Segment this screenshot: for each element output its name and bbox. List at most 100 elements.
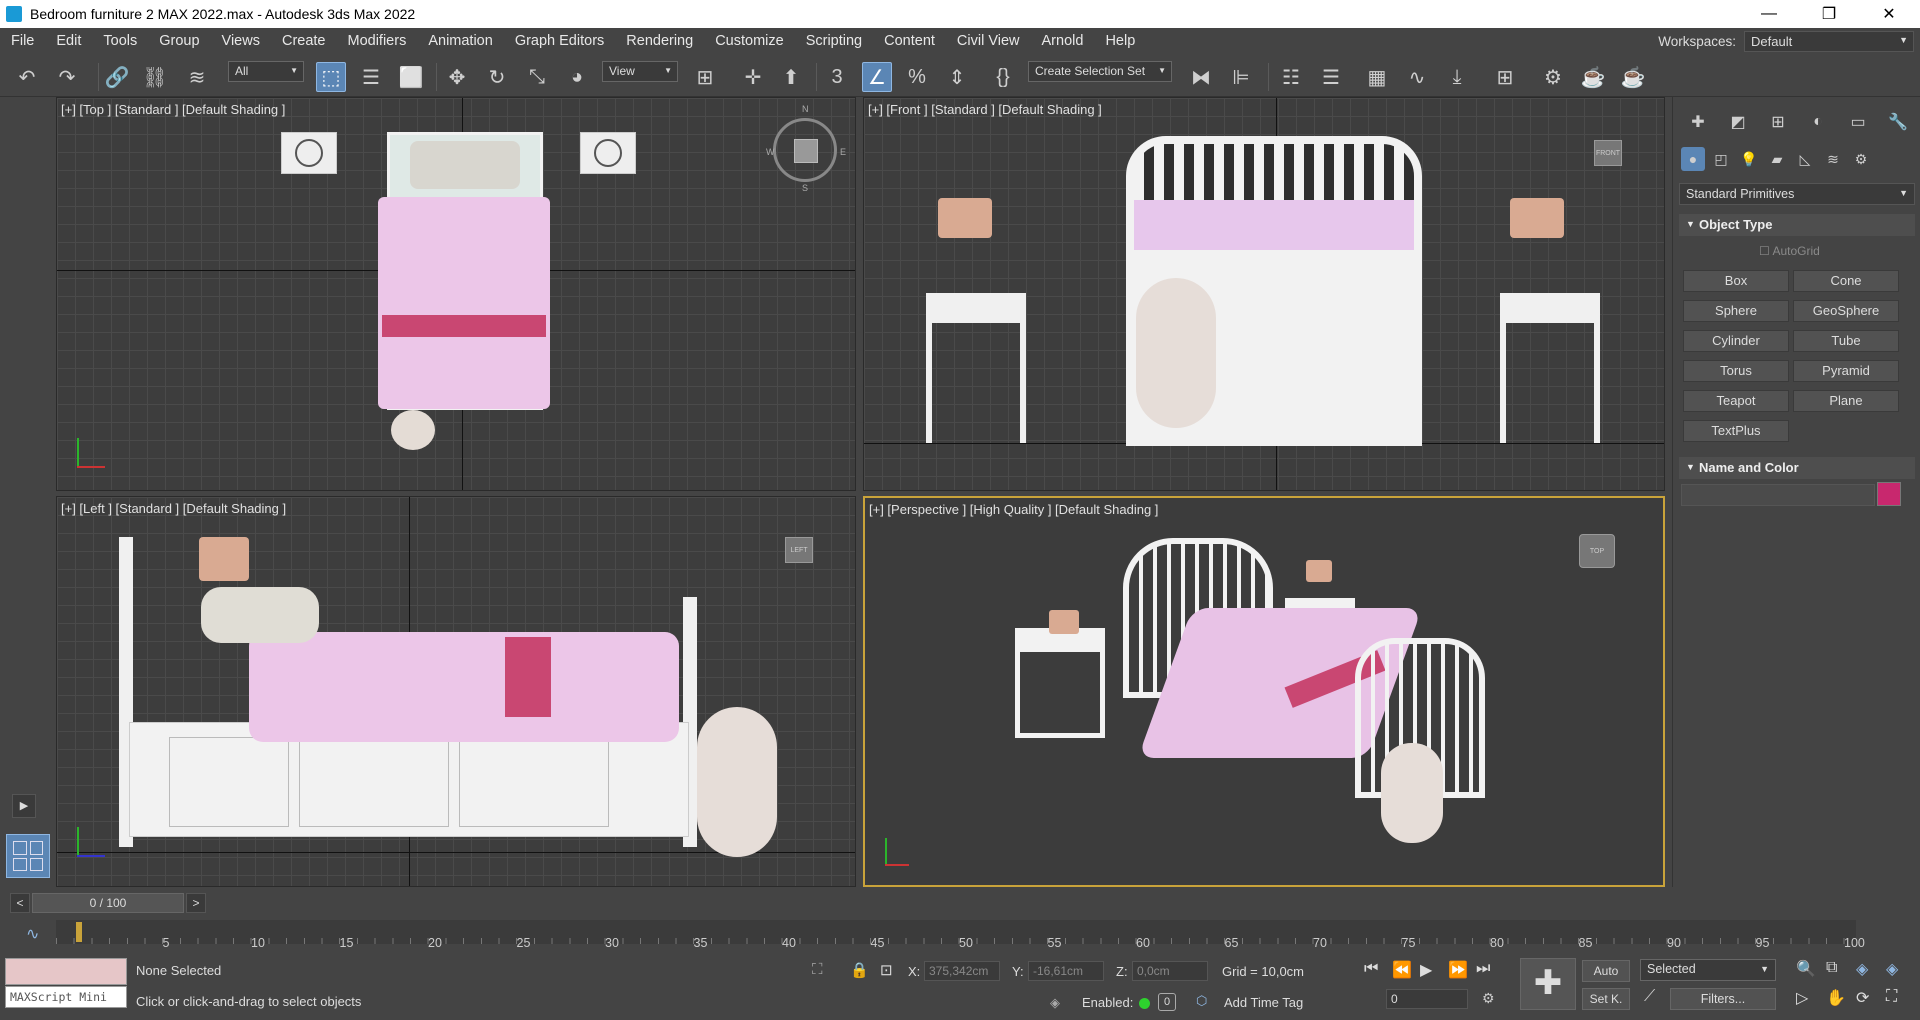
pivot-center-icon[interactable]: ⊞	[690, 62, 720, 92]
menu-customize[interactable]: Customize	[704, 28, 795, 55]
mirror-icon[interactable]: ⧓	[1186, 62, 1216, 92]
menu-help[interactable]: Help	[1094, 28, 1146, 55]
select-by-name-icon[interactable]: ☰	[356, 62, 386, 92]
modify-tab-icon[interactable]: ◩	[1725, 109, 1751, 135]
go-to-end-icon[interactable]: ⏭	[1476, 960, 1490, 978]
set-key-button[interactable]: Set K.	[1582, 988, 1630, 1010]
shapes-icon[interactable]: ◰	[1709, 147, 1733, 171]
tube-button[interactable]: Tube	[1793, 330, 1899, 352]
hierarchy-tab-icon[interactable]: ⊞	[1765, 109, 1791, 135]
enabled-indicator-icon[interactable]	[1139, 998, 1150, 1009]
current-frame-field[interactable]: 0	[1386, 989, 1468, 1009]
viewcube-perspective[interactable]: TOP	[1579, 534, 1615, 568]
x-coordinate-field[interactable]: 375,342cm	[924, 961, 1000, 981]
viewport-perspective-label[interactable]: [+] [Perspective ] [High Quality ] [Defa…	[869, 502, 1158, 517]
render-production-icon[interactable]: ☕	[1618, 62, 1648, 92]
rectangular-selection-icon[interactable]: ⬜	[396, 62, 426, 92]
motion-tab-icon[interactable]: ◐	[1805, 109, 1831, 135]
autogrid-checkbox[interactable]: ☐ AutoGrid	[1759, 244, 1820, 258]
maxscript-listener[interactable]	[5, 958, 127, 985]
time-tag-add-icon[interactable]: ⬡	[1196, 993, 1207, 1009]
rendered-frame-window-icon[interactable]: ☕	[1578, 62, 1608, 92]
rotate-icon[interactable]: ↻	[482, 62, 512, 92]
viewport-top[interactable]: [+] [Top ] [Standard ] [Default Shading …	[56, 97, 856, 491]
systems-icon[interactable]: ⚙	[1849, 147, 1873, 171]
schematic-view-icon[interactable]: ⤓	[1442, 62, 1472, 92]
layer-explorer-icon[interactable]: ☰	[1316, 62, 1346, 92]
time-tag-icon[interactable]: 0	[1158, 993, 1176, 1011]
zoom-all-icon[interactable]: ⧉	[1826, 959, 1837, 977]
field-of-view-icon[interactable]: ▷	[1796, 988, 1808, 1008]
object-color-swatch[interactable]	[1877, 482, 1901, 506]
auto-key-button[interactable]: Auto	[1582, 960, 1630, 982]
geosphere-button[interactable]: GeoSphere	[1793, 300, 1899, 322]
object-type-rollout-header[interactable]: Object Type	[1679, 214, 1915, 236]
angle-snap-icon[interactable]: ∠	[862, 62, 892, 92]
bind-spacewarp-icon[interactable]: ≋	[182, 62, 212, 92]
menu-tools[interactable]: Tools	[92, 28, 148, 55]
render-setup-icon[interactable]: ⚙	[1538, 62, 1568, 92]
set-key-icon[interactable]: ✚	[1520, 958, 1576, 1010]
next-frame-icon[interactable]: ⏩	[1448, 960, 1468, 980]
time-configuration-icon[interactable]: ⚙	[1482, 990, 1495, 1007]
create-tab-icon[interactable]: ✚	[1685, 109, 1711, 135]
snaps-toggle-icon[interactable]: 3	[822, 62, 852, 92]
primitive-category-dropdown[interactable]: Standard Primitives ▼	[1679, 183, 1915, 205]
pan-icon[interactable]: ✋	[1826, 988, 1846, 1008]
viewport-perspective[interactable]: [+] [Perspective ] [High Quality ] [Defa…	[863, 496, 1665, 887]
key-tangents-icon[interactable]: ⟋	[1644, 988, 1655, 1006]
scale-icon[interactable]: ⤡	[522, 62, 552, 92]
menu-modifiers[interactable]: Modifiers	[337, 28, 418, 55]
link-icon[interactable]: 🔗	[102, 62, 132, 92]
menu-content[interactable]: Content	[873, 28, 946, 55]
menu-edit[interactable]: Edit	[45, 28, 92, 55]
zoom-extents-all-icon[interactable]: ◈	[1886, 959, 1898, 979]
workspaces-dropdown[interactable]: Default	[1744, 31, 1914, 52]
sphere-button[interactable]: Sphere	[1683, 300, 1789, 322]
time-slider-prev-button[interactable]: <	[10, 893, 30, 913]
display-tab-icon[interactable]: ▭	[1845, 109, 1871, 135]
add-time-tag-label[interactable]: Add Time Tag	[1224, 995, 1303, 1010]
select-manipulate-icon[interactable]: ✛	[738, 62, 768, 92]
select-object-icon[interactable]: ⬚	[316, 62, 346, 92]
minimize-button[interactable]: —	[1740, 0, 1798, 28]
isolate-selection-icon[interactable]: ⛶	[812, 961, 823, 978]
ribbon-toggle-icon[interactable]: ▦	[1362, 62, 1392, 92]
menu-scripting[interactable]: Scripting	[795, 28, 873, 55]
menu-arnold[interactable]: Arnold	[1031, 28, 1095, 55]
material-editor-icon[interactable]: ⊞	[1490, 62, 1520, 92]
spinner-snap-icon[interactable]: ⇕	[942, 62, 972, 92]
plane-button[interactable]: Plane	[1793, 390, 1899, 412]
viewcube-left[interactable]: LEFT	[785, 537, 813, 563]
object-name-input[interactable]	[1681, 484, 1875, 506]
pyramid-button[interactable]: Pyramid	[1793, 360, 1899, 382]
time-slider[interactable]: 0 / 100	[32, 893, 184, 913]
curve-editor-icon[interactable]: ∿	[1402, 62, 1432, 92]
percent-snap-icon[interactable]: %	[902, 62, 932, 92]
y-coordinate-field[interactable]: -16,61cm	[1028, 961, 1104, 981]
time-slider-next-button[interactable]: >	[186, 893, 206, 913]
undo-icon[interactable]: ↶	[12, 62, 42, 92]
helpers-icon[interactable]: ◺	[1793, 147, 1817, 171]
maximize-viewport-icon[interactable]: ⛶	[1886, 988, 1897, 1006]
move-icon[interactable]: ✥	[442, 62, 472, 92]
curve-editor-mini-icon[interactable]: ∿	[26, 924, 39, 944]
absolute-mode-transform-icon[interactable]: ⊡	[880, 961, 893, 979]
torus-button[interactable]: Torus	[1683, 360, 1789, 382]
menu-civil-view[interactable]: Civil View	[946, 28, 1031, 55]
menu-animation[interactable]: Animation	[417, 28, 503, 55]
geometry-icon[interactable]: ●	[1681, 147, 1705, 171]
z-coordinate-field[interactable]: 0,0cm	[1132, 961, 1208, 981]
cone-button[interactable]: Cone	[1793, 270, 1899, 292]
selection-lock-icon[interactable]: 🔒	[850, 961, 869, 979]
viewport-front-label[interactable]: [+] [Front ] [Standard ] [Default Shadin…	[868, 102, 1102, 117]
maxscript-mini-input[interactable]: MAXScript Mini	[5, 986, 127, 1008]
viewport-left-label[interactable]: [+] [Left ] [Standard ] [Default Shading…	[61, 501, 286, 516]
zoom-extents-icon[interactable]: ◈	[1856, 959, 1868, 979]
align-icon[interactable]: ⊫	[1226, 62, 1256, 92]
menu-group[interactable]: Group	[148, 28, 210, 55]
cameras-icon[interactable]: ▰	[1765, 147, 1789, 171]
menu-views[interactable]: Views	[211, 28, 271, 55]
keyboard-shortcut-override-icon[interactable]: ⬆	[776, 62, 806, 92]
previous-frame-icon[interactable]: ⏪	[1392, 960, 1412, 980]
